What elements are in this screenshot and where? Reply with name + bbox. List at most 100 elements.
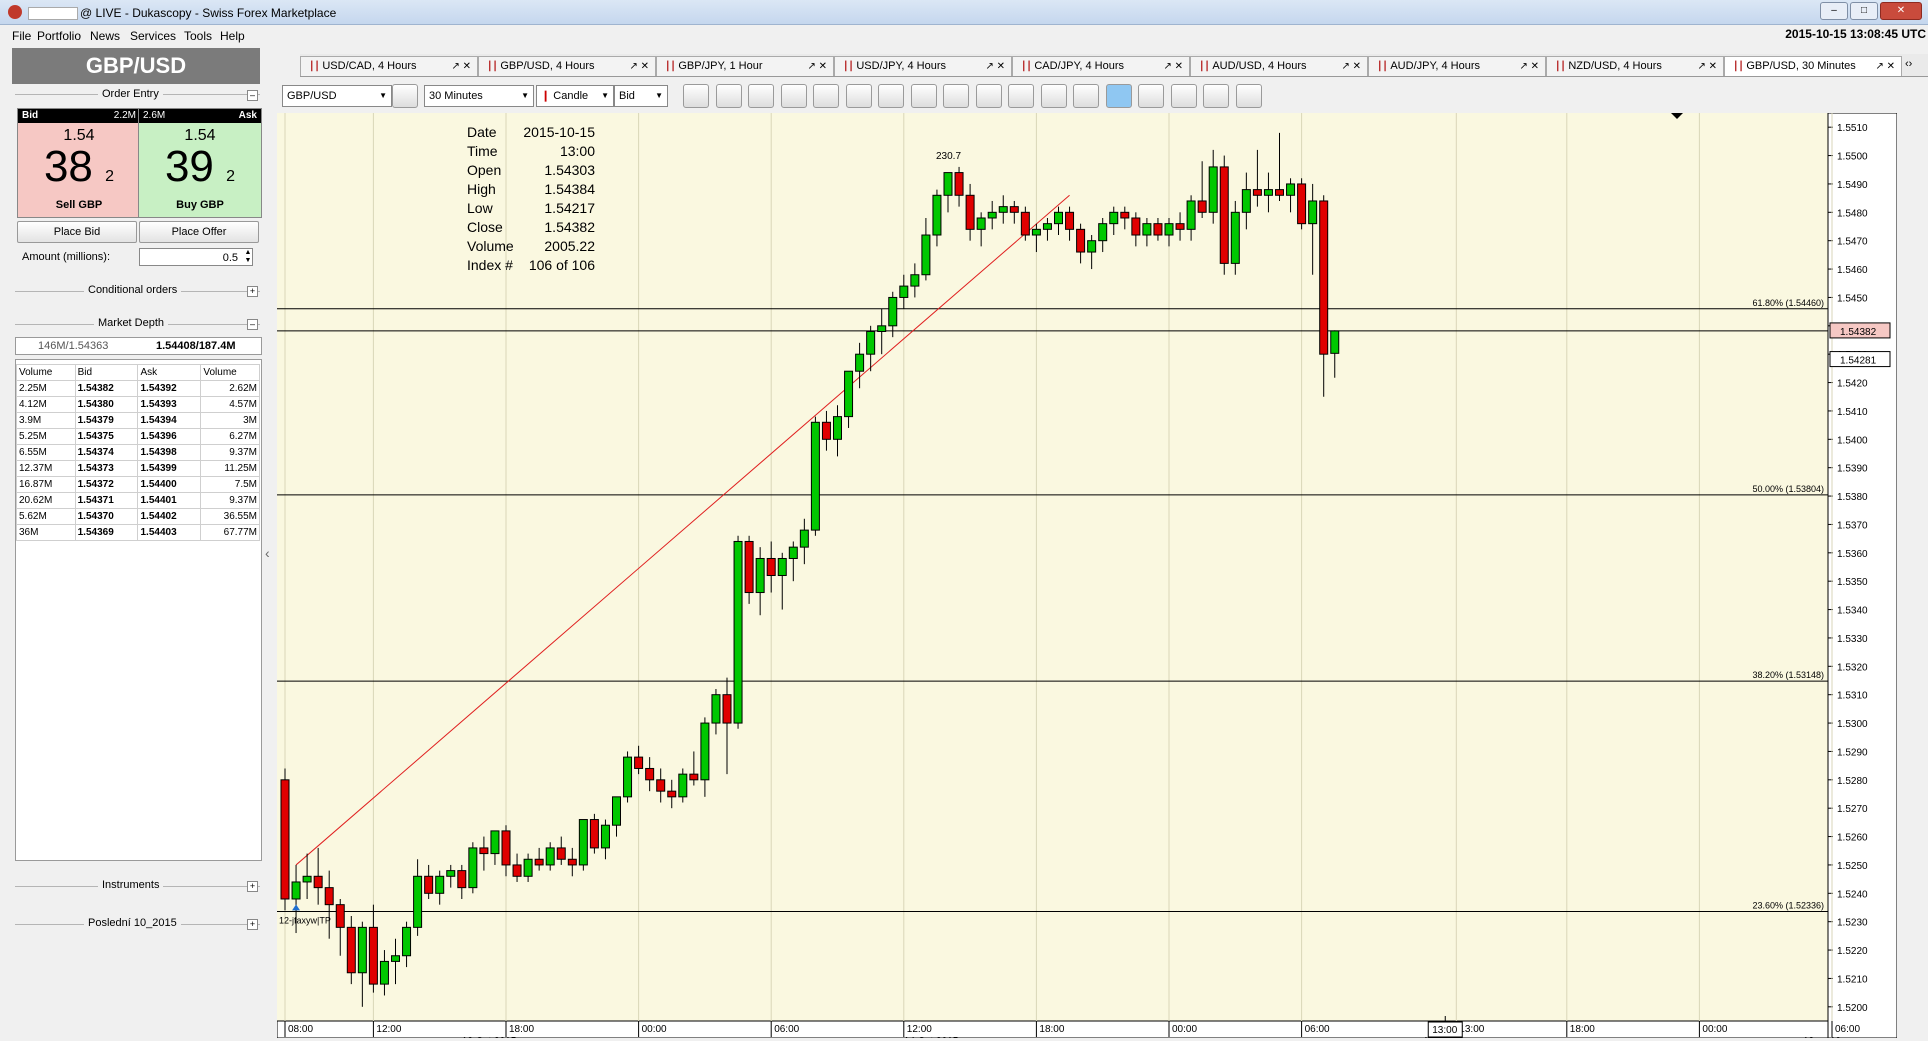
y-tick-label: 1.5460 bbox=[1837, 265, 1868, 276]
depth-row[interactable]: 16.87M 1.54372 1.54400 7.5M bbox=[16, 476, 260, 493]
collapse-icon[interactable]: – bbox=[247, 90, 258, 101]
tab-close-icon[interactable]: ↗ ✕ bbox=[1697, 57, 1717, 76]
refresh-icon[interactable] bbox=[683, 84, 709, 108]
candle-body bbox=[943, 172, 953, 196]
place-bid-button[interactable]: Place Bid bbox=[17, 221, 137, 243]
depth-cell-ask-price: 1.54402 bbox=[137, 508, 202, 525]
expand-icon[interactable]: + bbox=[247, 286, 258, 297]
chart-type-select[interactable]: ❙ Candle ▼ bbox=[536, 85, 614, 107]
expand-icon[interactable]: + bbox=[247, 881, 258, 892]
ohlc-icon[interactable] bbox=[715, 84, 742, 108]
shift-icon[interactable] bbox=[910, 84, 937, 108]
tab-chart[interactable]: ┃┃ AUD/JPY, 4 Hours ↗ ✕ bbox=[1368, 56, 1546, 76]
tab-chart[interactable]: ┃┃ USD/CAD, 4 Hours ↗ ✕ bbox=[300, 56, 478, 76]
tab-chart[interactable]: ┃┃ USD/JPY, 4 Hours ↗ ✕ bbox=[834, 56, 1012, 76]
candlestick-chart[interactable]: 1.5510 1.5500 1.5490 1.5480 1.5470 1.5460 1.54… bbox=[276, 112, 1898, 1041]
period-select[interactable]: 30 Minutes ▼ bbox=[424, 85, 534, 107]
candle-body bbox=[634, 756, 644, 769]
zoom-in-icon[interactable] bbox=[813, 84, 839, 108]
grid-icon[interactable] bbox=[1170, 84, 1197, 108]
cursor-icon[interactable] bbox=[1105, 84, 1132, 108]
candle-body bbox=[1031, 228, 1041, 236]
crosshair-icon[interactable] bbox=[1138, 84, 1164, 108]
tab-chart[interactable]: ┃┃ GBP/JPY, 1 Hour ↗ ✕ bbox=[656, 56, 834, 76]
tab-chart[interactable]: ┃┃ CAD/JPY, 4 Hours ↗ ✕ bbox=[1012, 56, 1190, 76]
tab-chart[interactable]: ┃┃ GBP/USD, 30 Minutes ↗ ✕ bbox=[1724, 56, 1902, 76]
collapse-panel-icon[interactable]: ‹ bbox=[265, 545, 270, 561]
depth-cell-volume-bid: 20.62M bbox=[16, 492, 76, 509]
tab-close-icon[interactable]: ↗ ✕ bbox=[1341, 57, 1361, 76]
candle-body bbox=[335, 904, 345, 928]
tab-close-icon[interactable]: ↗ ✕ bbox=[1875, 57, 1895, 76]
indicators-icon[interactable] bbox=[975, 84, 1002, 108]
close-button[interactable]: ✕ bbox=[1880, 2, 1922, 20]
alert-icon[interactable] bbox=[1008, 84, 1034, 108]
template-icon[interactable] bbox=[1235, 84, 1262, 108]
amount-spinner-icon[interactable]: ▲ ▼ bbox=[243, 249, 253, 265]
col-ask-volume[interactable]: Volume bbox=[200, 364, 260, 381]
amount-input[interactable]: 0.5 bbox=[139, 248, 253, 266]
col-bid-volume[interactable]: Volume bbox=[16, 364, 76, 381]
bid-quote[interactable]: Bid 2.2M 1.54 38 2 Sell GBP bbox=[17, 108, 141, 218]
candle-icon: ┃┃ bbox=[1555, 61, 1569, 71]
depth-row[interactable]: 36M 1.54369 1.54403 67.77M bbox=[16, 524, 260, 541]
depth-row[interactable]: 5.62M 1.54370 1.54402 36.55M bbox=[16, 508, 260, 525]
depth-row[interactable]: 6.55M 1.54374 1.54398 9.37M bbox=[16, 444, 260, 461]
candle-body bbox=[921, 234, 931, 276]
menu-portfolio[interactable]: Portfolio bbox=[37, 29, 81, 43]
candle-body bbox=[1131, 217, 1141, 236]
depth-row[interactable]: 5.25M 1.54375 1.54396 6.27M bbox=[16, 428, 260, 445]
instrument-select[interactable]: GBP/USD ▼ bbox=[282, 85, 392, 107]
calculator-icon[interactable] bbox=[1073, 84, 1099, 108]
menu-tools[interactable]: Tools bbox=[184, 29, 212, 43]
minimize-button[interactable]: – bbox=[1820, 2, 1848, 20]
tab-chart[interactable]: ┃┃ AUD/USD, 4 Hours ↗ ✕ bbox=[1190, 56, 1368, 76]
tab-chart[interactable]: ┃┃ NZD/USD, 4 Hours ↗ ✕ bbox=[1546, 56, 1724, 76]
tab-close-icon[interactable]: ↗ ✕ bbox=[451, 57, 471, 76]
workspace-title[interactable]: Poslední 10_2015 bbox=[84, 917, 181, 929]
collapse-icon[interactable]: – bbox=[247, 319, 258, 330]
zoom-reset-icon[interactable] bbox=[878, 84, 904, 108]
instrument-picker-icon[interactable] bbox=[392, 84, 418, 108]
tab-scroll-icon[interactable]: ‹› bbox=[1905, 58, 1912, 70]
chevron-down-icon: ▼ bbox=[379, 91, 387, 100]
candle-icon: ┃┃ bbox=[1021, 61, 1035, 71]
tab-chart[interactable]: ┃┃ GBP/USD, 4 Hours ↗ ✕ bbox=[478, 56, 656, 76]
chart-area[interactable]: 1.5510 1.5500 1.5490 1.5480 1.5470 1.5460 1.54… bbox=[276, 112, 1898, 1041]
depth-row[interactable]: 20.62M 1.54371 1.54401 9.37M bbox=[16, 492, 260, 509]
zoom-fit-icon[interactable] bbox=[780, 84, 807, 108]
expand-icon[interactable]: + bbox=[247, 919, 258, 930]
depth-row[interactable]: 3.9M 1.54379 1.54394 3M bbox=[16, 412, 260, 429]
lock-icon[interactable] bbox=[748, 84, 774, 108]
menu-help[interactable]: Help bbox=[220, 29, 245, 43]
instruments-title[interactable]: Instruments bbox=[98, 879, 164, 891]
menu-services[interactable]: Services bbox=[130, 29, 176, 43]
tab-close-icon[interactable]: ↗ ✕ bbox=[985, 57, 1005, 76]
side-select[interactable]: Bid ▼ bbox=[614, 85, 668, 107]
conditional-orders-title[interactable]: Conditional orders bbox=[84, 284, 182, 296]
col-ask[interactable]: Ask bbox=[137, 364, 202, 381]
y-tick-label: 1.5500 bbox=[1837, 152, 1868, 163]
menu-file[interactable]: File bbox=[12, 29, 31, 43]
strategy-icon[interactable] bbox=[1040, 84, 1067, 108]
vertical-scale-icon[interactable] bbox=[943, 84, 969, 108]
tab-close-icon[interactable]: ↗ ✕ bbox=[1519, 57, 1539, 76]
tab-close-icon[interactable]: ↗ ✕ bbox=[1163, 57, 1183, 76]
tab-close-icon[interactable]: ↗ ✕ bbox=[807, 57, 827, 76]
zoom-out-icon[interactable] bbox=[845, 84, 872, 108]
info-value: 1.54303 bbox=[544, 162, 595, 178]
col-bid[interactable]: Bid bbox=[74, 364, 139, 381]
y-tick-label: 1.5210 bbox=[1837, 974, 1868, 985]
tab-close-icon[interactable]: ↗ ✕ bbox=[629, 57, 649, 76]
depth-row[interactable]: 2.25M 1.54382 1.54392 2.62M bbox=[16, 380, 260, 397]
place-offer-button[interactable]: Place Offer bbox=[139, 221, 259, 243]
depth-row[interactable]: 4.12M 1.54380 1.54393 4.57M bbox=[16, 396, 260, 413]
depth-row[interactable]: 12.37M 1.54373 1.54399 11.25M bbox=[16, 460, 260, 477]
candle-body bbox=[998, 206, 1008, 213]
print-icon[interactable] bbox=[1203, 84, 1229, 108]
y-tick-label: 1.5510 bbox=[1837, 123, 1868, 134]
y-tick-label: 1.5330 bbox=[1837, 634, 1868, 645]
ask-quote[interactable]: 2.6M Ask 1.54 39 2 Buy GBP bbox=[138, 108, 262, 218]
maximize-button[interactable]: □ bbox=[1850, 2, 1878, 20]
menu-news[interactable]: News bbox=[90, 29, 120, 43]
